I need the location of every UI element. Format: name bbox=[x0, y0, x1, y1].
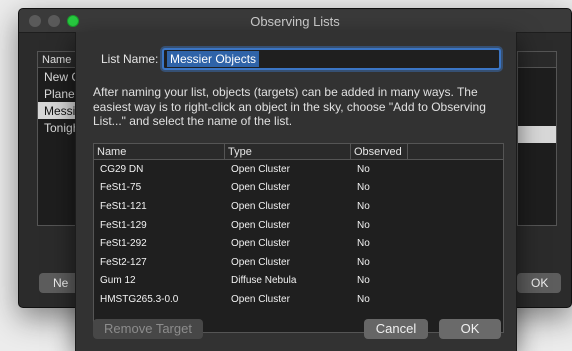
cell-observed: No bbox=[357, 219, 370, 231]
list-name-label: List Name: bbox=[101, 52, 159, 66]
column-header-name[interactable]: Name bbox=[94, 144, 225, 159]
table-row[interactable]: FeSt1-121 Open Cluster No bbox=[94, 197, 503, 216]
cell-type: Open Cluster bbox=[231, 182, 290, 194]
list-header-right bbox=[518, 52, 556, 68]
cell-name: FeSt1-121 bbox=[100, 200, 147, 212]
list-name-input[interactable]: Messier Objects bbox=[162, 48, 501, 70]
cell-name: HMSTG265.3-0.0 bbox=[100, 293, 179, 305]
cell-observed: No bbox=[357, 163, 370, 175]
cell-type: Open Cluster bbox=[231, 256, 290, 268]
instructions-text: After naming your list, objects (targets… bbox=[93, 85, 486, 128]
cancel-button[interactable]: Cancel bbox=[364, 319, 428, 339]
ok-button[interactable]: OK bbox=[439, 319, 501, 339]
cell-type: Open Cluster bbox=[231, 219, 290, 231]
cell-name: FeSt2-127 bbox=[100, 256, 147, 268]
cell-name: Gum 12 bbox=[100, 275, 136, 287]
list-name-value[interactable]: Messier Objects bbox=[167, 51, 260, 67]
observing-lists-list-right-edge bbox=[517, 51, 557, 226]
cell-type: Open Cluster bbox=[231, 163, 290, 175]
cell-observed: No bbox=[357, 293, 370, 305]
cell-observed: No bbox=[357, 182, 370, 194]
cell-type: Open Cluster bbox=[231, 238, 290, 250]
remove-target-button[interactable]: Remove Target bbox=[93, 319, 203, 339]
cell-name: CG29 DN bbox=[100, 163, 144, 175]
cell-name: FeSt1-292 bbox=[100, 238, 147, 250]
cell-type: Diffuse Nebula bbox=[231, 275, 297, 287]
targets-table[interactable]: Name Type Observed CG29 DN Open Cluster No… bbox=[93, 143, 504, 333]
window-title: Observing Lists bbox=[250, 14, 340, 29]
list-selection-highlight bbox=[518, 126, 556, 143]
table-row[interactable]: Gum 12 Diffuse Nebula No bbox=[94, 272, 503, 291]
cell-observed: No bbox=[357, 200, 370, 212]
table-row[interactable]: CG29 DN Open Cluster No bbox=[94, 160, 503, 179]
list-name-sheet: List Name: Messier Objects After naming … bbox=[75, 32, 517, 351]
cell-type: Open Cluster bbox=[231, 200, 290, 212]
table-row[interactable]: FeSt1-292 Open Cluster No bbox=[94, 234, 503, 253]
cell-type: Open Cluster bbox=[231, 293, 290, 305]
titlebar: Observing Lists bbox=[19, 9, 571, 33]
table-row[interactable]: FeSt2-127 Open Cluster No bbox=[94, 253, 503, 272]
table-header: Name Type Observed bbox=[94, 144, 503, 160]
table-row[interactable]: HMSTG265.3-0.0 Open Cluster No bbox=[94, 290, 503, 309]
table-row[interactable]: FeSt1-129 Open Cluster No bbox=[94, 216, 503, 235]
cell-observed: No bbox=[357, 256, 370, 268]
column-header-type[interactable]: Type bbox=[225, 144, 351, 159]
cell-observed: No bbox=[357, 275, 370, 287]
column-header-observed[interactable]: Observed bbox=[351, 144, 408, 159]
cell-name: FeSt1-129 bbox=[100, 219, 147, 231]
cell-name: FeSt1-75 bbox=[100, 182, 142, 194]
table-row[interactable]: FeSt1-75 Open Cluster No bbox=[94, 179, 503, 198]
cell-observed: No bbox=[357, 238, 370, 250]
table-body: CG29 DN Open Cluster No FeSt1-75 Open Cluste… bbox=[94, 160, 503, 309]
window-ok-button[interactable]: OK bbox=[517, 273, 561, 293]
